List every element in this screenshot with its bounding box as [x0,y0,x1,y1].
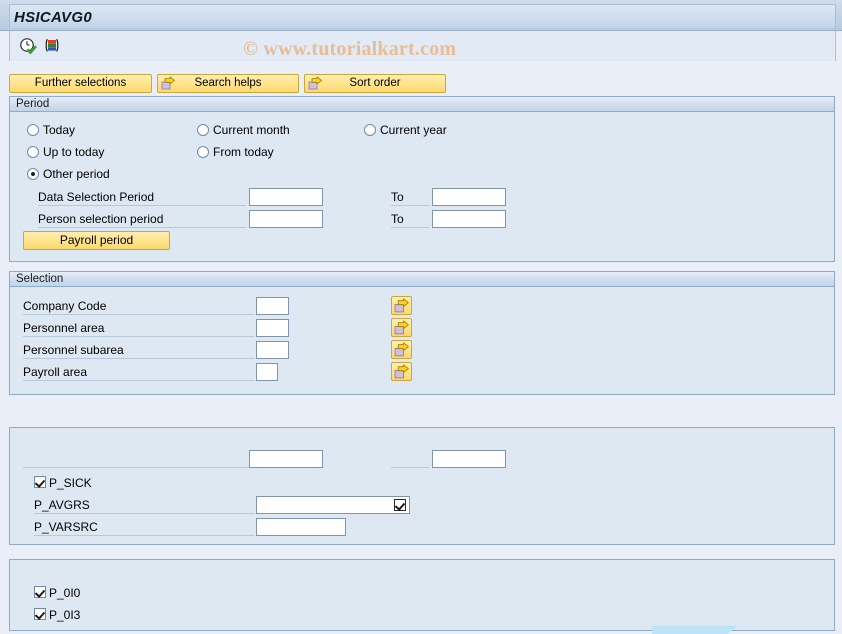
radio-other-period-label: Other period [43,167,110,181]
payroll-area-input[interactable] [256,363,278,381]
radio-other-period[interactable] [27,168,39,180]
radio-from-today-label: From today [213,145,274,159]
search-helps-label: Search helps [194,77,262,89]
person-selection-period-to-input[interactable] [432,210,506,228]
person-selection-period-to-label: To [391,210,429,228]
selection-panel: Selection Company Code Personnel area Pe… [9,271,835,395]
person-selection-period-label: Person selection period [38,210,246,228]
data-selection-period-label: Data Selection Period [38,188,246,206]
period-panel: Period Today Current month Current year … [9,96,835,262]
personnel-area-multiple-selection-button[interactable] [391,318,412,337]
selection-button-row: Further selections Search helps Sort ord… [0,62,842,93]
sort-order-button[interactable]: Sort order [304,74,446,93]
radio-current-month[interactable] [197,124,209,136]
p-varsrc-input[interactable] [256,518,346,536]
window-title-bar: HSICAVG0 [0,0,842,31]
yellow-arrow-icon [308,76,323,91]
yellow-arrow-icon [394,342,409,357]
indicators-panel: P_0I0 P_0I3 [9,559,835,631]
sort-order-label: Sort order [349,77,401,89]
company-code-label: Company Code [23,297,255,315]
further-selections-button[interactable]: Further selections [9,74,152,93]
radio-up-to-today[interactable] [27,146,39,158]
yellow-arrow-icon [394,298,409,313]
personnel-subarea-label: Personnel subarea [23,341,255,359]
yellow-arrow-icon [161,76,176,91]
radio-today[interactable] [27,124,39,136]
unlabeled-range-from-label [23,450,255,468]
execute-clock-icon[interactable] [19,37,38,55]
yellow-arrow-icon [394,364,409,379]
title-bar-inner [9,4,836,28]
page-title: HSICAVG0 [14,9,92,26]
unlabeled-range-from-input[interactable] [249,450,323,468]
selection-panel-header: Selection [10,272,834,287]
data-selection-period-to-label: To [391,188,429,206]
personnel-subarea-multiple-selection-button[interactable] [391,340,412,359]
checkbox-p-0i0-label: P_0I0 [49,586,81,600]
search-helps-button[interactable]: Search helps [157,74,299,93]
data-selection-period-to-input[interactable] [432,188,506,206]
unlabeled-range-to-input[interactable] [432,450,506,468]
company-code-input[interactable] [256,297,289,315]
radio-current-month-label: Current month [213,123,290,137]
company-code-multiple-selection-button[interactable] [391,296,412,315]
parameters-panel: P_SICK P_AVGRS P_VARSRC [9,427,835,545]
p-avgrs-input[interactable] [256,496,410,514]
checkbox-p-sick[interactable] [34,476,46,488]
unlabeled-range-to-label [391,450,429,468]
period-panel-header: Period [10,97,834,112]
personnel-subarea-input[interactable] [256,341,289,359]
checkbox-p-0i3-label: P_0I3 [49,608,81,622]
radio-today-label: Today [43,123,76,137]
personnel-area-input[interactable] [256,319,289,337]
data-selection-period-from-input[interactable] [249,188,323,206]
site-watermark: © www.tutorialkart.com [243,38,457,60]
payroll-area-multiple-selection-button[interactable] [391,362,412,381]
payroll-period-button[interactable]: Payroll period [23,231,170,250]
p-varsrc-label: P_VARSRC [34,518,255,536]
personnel-area-label: Personnel area [23,319,255,337]
payroll-area-label: Payroll area [23,363,255,381]
yellow-arrow-icon [394,320,409,335]
radio-from-today[interactable] [197,146,209,158]
checkbox-p-0i3[interactable] [34,608,46,620]
p-avgrs-value-help-icon[interactable] [394,499,406,511]
p-avgrs-label: P_AVGRS [34,496,255,514]
radio-up-to-today-label: Up to today [43,145,105,159]
checkbox-p-sick-label: P_SICK [49,476,92,490]
person-selection-period-from-input[interactable] [249,210,323,228]
radio-current-year-label: Current year [380,123,447,137]
checkbox-p-0i0[interactable] [34,586,46,598]
radio-current-year[interactable] [364,124,376,136]
color-bars-icon[interactable] [43,37,61,55]
